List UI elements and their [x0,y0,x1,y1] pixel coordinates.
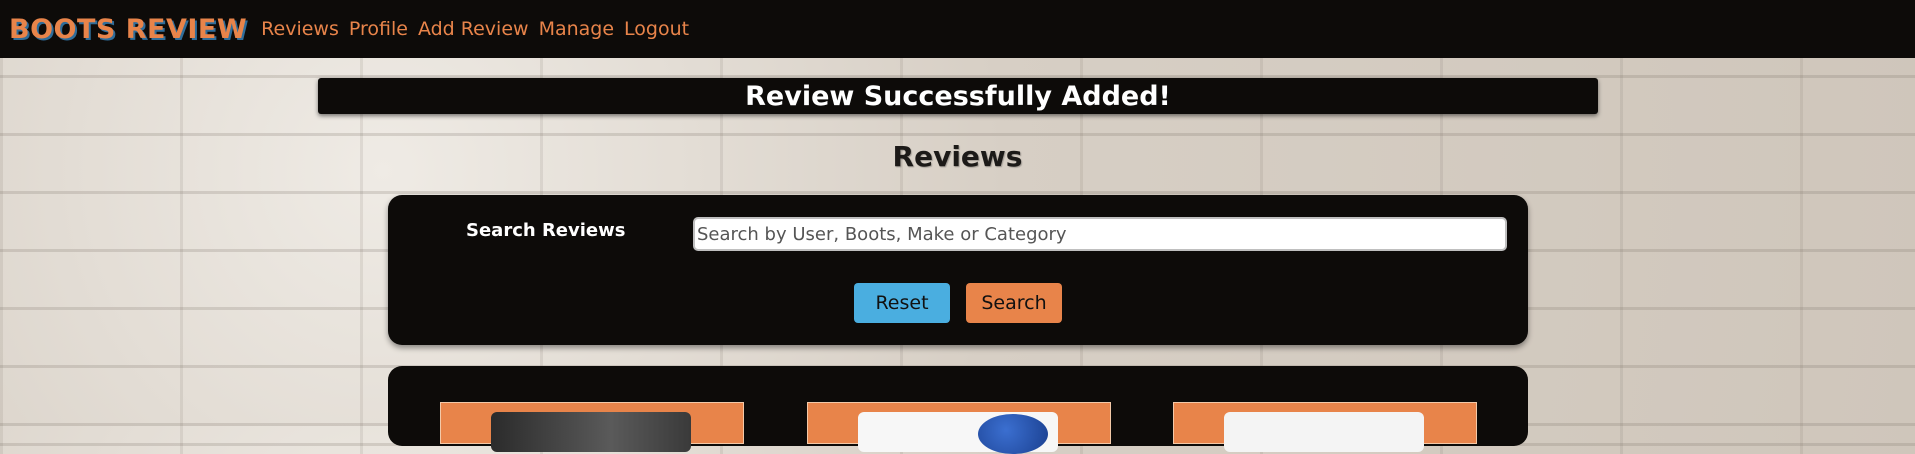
nav-link-profile[interactable]: Profile [349,18,408,40]
top-navbar: BOOTS REVIEW Reviews Profile Add Review … [0,0,1915,58]
nav-links: Reviews Profile Add Review Manage Logout [261,18,699,40]
boot-image-shape [978,414,1048,454]
search-button[interactable]: Search [966,283,1062,323]
boot-image [858,412,1058,454]
nav-link-add-review[interactable]: Add Review [418,18,529,40]
page-title: Reviews [892,140,1023,173]
brand-logo[interactable]: BOOTS REVIEW [9,14,247,45]
review-card[interactable] [807,402,1111,454]
results-panel [388,366,1528,454]
nav-link-manage[interactable]: Manage [539,18,614,40]
reset-button[interactable]: Reset [854,283,950,323]
search-panel: Search Reviews Reset Search [388,195,1528,345]
search-label: Search Reviews [466,220,626,241]
success-alert-message: Review Successfully Added! [745,80,1171,112]
nav-link-reviews[interactable]: Reviews [261,18,339,40]
boot-image [491,412,691,452]
success-alert: Review Successfully Added! [318,78,1598,114]
review-card[interactable] [440,402,744,452]
review-card[interactable] [1173,402,1477,452]
boot-image [1224,412,1424,452]
search-input[interactable] [693,217,1507,251]
nav-link-logout[interactable]: Logout [624,18,689,40]
